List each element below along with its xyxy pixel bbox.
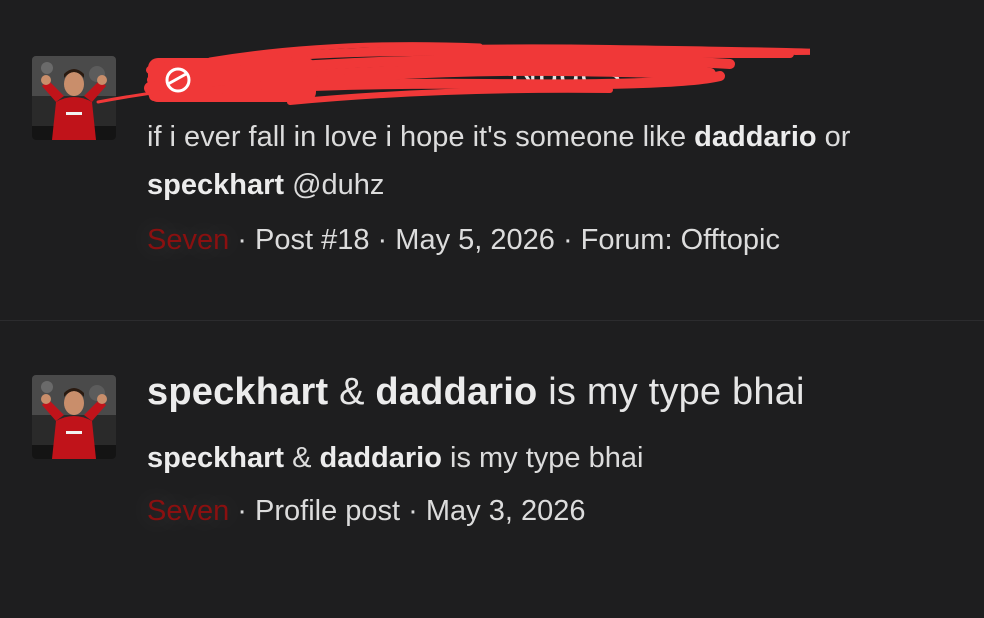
snippet-highlight: speckhart [147,169,285,201]
title-suffix: Nudes [510,52,621,94]
username-link[interactable]: Seven [147,495,229,527]
meta-separator: · [229,224,256,256]
meta-separator: · [554,224,581,256]
search-result-post[interactable]: Nudes if i ever fall in love i hope it's… [0,0,984,320]
result-snippet: if i ever fall in love i hope it's someo… [147,113,972,209]
title-highlight: daddario [375,371,538,413]
snippet-text: if i ever fall in love i hope it's someo… [147,121,695,153]
avatar-image [32,375,116,459]
post-date: May 5, 2026 [395,224,555,256]
snippet-highlight: speckhart [147,442,285,474]
username-link[interactable]: Seven [147,224,229,256]
result-meta: Seven · Post #18 · May 5, 2026 · Forum: … [147,224,780,257]
result-meta: Seven · Profile post · May 3, 2026 [147,495,585,528]
snippet-highlight: daddario [319,442,442,474]
result-title[interactable]: Nudes [147,52,621,95]
snippet-mention: @duhz [284,169,385,201]
snippet-text: is my type bhai [441,442,644,474]
title-redacted-part [147,52,510,94]
result-snippet: speckhart & daddario is my type bhai [147,434,972,482]
result-title[interactable]: speckhart & daddario is my type bhai [147,371,805,414]
meta-separator: · [400,495,426,527]
title-text: & [328,371,376,413]
snippet-highlight: daddario [694,121,817,153]
snippet-text: or [816,121,851,153]
snippet-text: & [284,442,320,474]
title-highlight: speckhart [147,371,329,413]
post-date: May 3, 2026 [425,495,586,527]
avatar[interactable] [32,56,116,140]
forum-link[interactable]: Forum: Offtopic [581,224,780,256]
title-text: is my type bhai [537,371,805,413]
avatar[interactable] [32,375,116,459]
meta-separator: · [229,495,256,527]
search-result-profile-post[interactable]: speckhart & daddario is my type bhai spe… [0,321,984,618]
post-number: Post #18 [255,224,370,256]
avatar-image [32,56,116,140]
meta-separator: · [369,224,396,256]
post-type: Profile post [255,495,401,527]
